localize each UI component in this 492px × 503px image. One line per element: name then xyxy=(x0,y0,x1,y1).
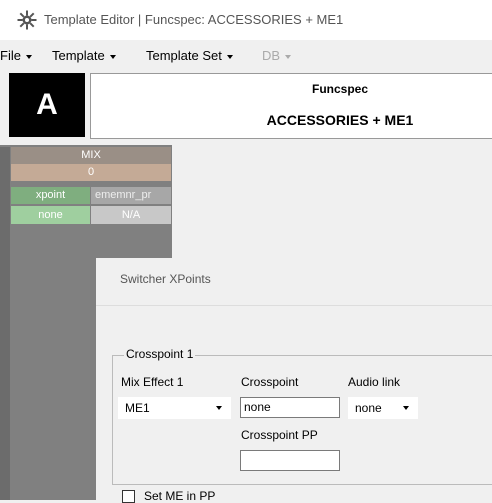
menu-template-set-label: Template Set xyxy=(146,48,222,63)
row-header-strip xyxy=(0,147,10,500)
header-line2: ACCESSORIES + ME1 xyxy=(266,112,414,128)
cell-ememnr[interactable]: ememnr_pr xyxy=(91,187,171,204)
audio-link-label: Audio link xyxy=(348,375,401,389)
app-gear-icon xyxy=(17,10,37,30)
crosspoint-group-label: Crosspoint 1 xyxy=(124,347,196,361)
row-label-none[interactable]: none xyxy=(11,206,90,224)
menu-file[interactable]: File xyxy=(0,48,32,63)
header-line1: Funcspec xyxy=(311,82,368,96)
mix-effect-select[interactable]: ME1 xyxy=(118,397,231,419)
title-bar: Template Editor | Funcspec: ACCESSORIES … xyxy=(0,0,492,40)
column-index[interactable]: 0 xyxy=(11,164,171,181)
crosspoint-input[interactable]: none xyxy=(240,397,340,418)
column-header-mix[interactable]: MIX xyxy=(11,147,171,164)
menu-template-label: Template xyxy=(52,48,105,63)
menu-template-set[interactable]: Template Set xyxy=(146,48,233,63)
chevron-down-icon xyxy=(109,54,116,59)
crosspoint-label: Crosspoint xyxy=(241,375,299,389)
menu-template[interactable]: Template xyxy=(52,48,116,63)
audio-link-select[interactable]: none xyxy=(348,397,418,419)
menu-db[interactable]: DB xyxy=(262,48,292,63)
dialog-title: Switcher XPoints xyxy=(120,272,211,286)
menu-file-label: File xyxy=(0,48,21,63)
funcspec-header: Funcspec ACCESSORIES + ME1 xyxy=(90,73,492,139)
menu-db-label: DB xyxy=(262,48,281,63)
chevron-down-icon xyxy=(216,406,222,410)
set-me-label: Set ME in PP xyxy=(144,489,216,503)
logo: A xyxy=(9,73,85,137)
row-label-xpoint[interactable]: xpoint xyxy=(11,187,90,204)
audio-link-value: none xyxy=(355,401,382,415)
menu-bar: File Template Template Set DB xyxy=(0,40,492,70)
chevron-down-icon xyxy=(403,406,409,410)
cell-na[interactable]: N/A xyxy=(91,206,171,224)
chevron-down-icon xyxy=(25,54,32,59)
chevron-down-icon xyxy=(285,54,292,59)
window-title: Template Editor | Funcspec: ACCESSORIES … xyxy=(44,12,344,27)
crosspoint-pp-label: Crosspoint PP xyxy=(241,428,318,442)
mix-effect-value: ME1 xyxy=(125,401,150,415)
mix-effect-label: Mix Effect 1 xyxy=(121,375,184,389)
chevron-down-icon xyxy=(226,54,233,59)
crosspoint-pp-input[interactable] xyxy=(240,450,340,471)
set-me-checkbox[interactable] xyxy=(122,490,135,503)
